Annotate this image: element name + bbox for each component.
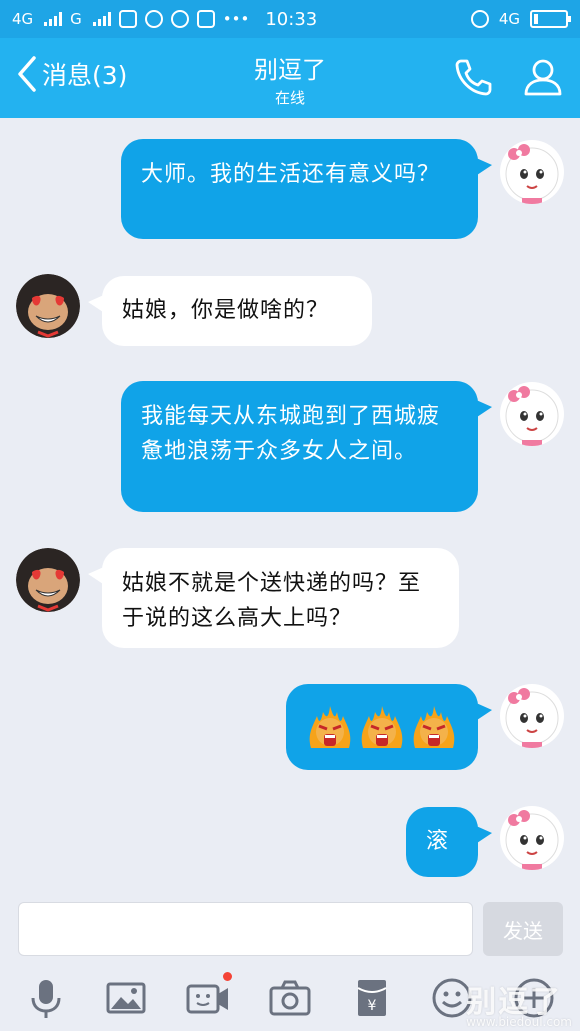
chat-notification-icon (170, 10, 189, 28)
message-bubble-outgoing-emoji[interactable] (286, 684, 492, 770)
status-bar: 4G G ••• 10:33 4G (0, 0, 580, 38)
person-icon (524, 59, 562, 96)
svg-text:¥: ¥ (368, 998, 377, 1014)
notification-dot (223, 972, 232, 981)
phone-icon (455, 59, 492, 96)
image-icon (106, 982, 146, 1014)
angry-fire-emoji-icon (413, 706, 455, 748)
red-packet-icon: ¥ (357, 980, 387, 1016)
angry-fire-emoji-icon (361, 706, 403, 748)
profile-button[interactable] (522, 56, 564, 98)
send-button[interactable]: 发送 (483, 902, 563, 956)
message-text: 我能每天从东城跑到了西城疲惫地浪荡于众多女人之间。 (141, 404, 441, 464)
network-label-right: 4G (498, 10, 520, 28)
more-notifications-icon: ••• (222, 10, 250, 28)
message-bubble-outgoing[interactable]: 我能每天从东城跑到了西城疲惫地浪荡于众多女人之间。 (121, 381, 492, 512)
my-avatar[interactable] (500, 684, 564, 748)
message-bubble-incoming[interactable]: 姑娘，你是做啥的？ (88, 276, 372, 346)
bag-icon (196, 10, 215, 28)
signal-icon (44, 12, 63, 26)
emoji-row (302, 694, 462, 760)
status-right: 4G (470, 10, 571, 28)
status-left: 4G G ••• 10:33 (12, 9, 317, 30)
chat-header: 消息(3) 别逗了 在线 (0, 38, 580, 118)
camera-button[interactable] (268, 976, 312, 1020)
red-packet-button[interactable]: ¥ (350, 976, 394, 1020)
network-label-1: 4G (12, 10, 34, 28)
message-text: 姑娘，你是做啥的？ (122, 298, 330, 323)
image-button[interactable] (104, 976, 148, 1020)
network-label-2: G (70, 10, 82, 28)
message-text: 大师。我的生活还有意义吗？ (141, 162, 441, 187)
microphone-icon (31, 980, 61, 1018)
my-avatar[interactable] (500, 382, 564, 446)
notification-icon (118, 10, 137, 28)
alarm-icon (470, 10, 489, 28)
girl-face-icon (505, 810, 559, 870)
video-call-button[interactable] (186, 972, 232, 1020)
girl-face-icon (505, 144, 559, 204)
watermark-url: www.biedoul.com (466, 1015, 572, 1029)
girl-face-icon (505, 386, 559, 446)
voice-button[interactable] (24, 976, 68, 1020)
chat-area[interactable]: 大师。我的生活还有意义吗？ 姑娘，你是做啥的？ 我能每天从东城跑到了西城疲惫地浪… (0, 118, 580, 888)
girl-face-icon (505, 688, 559, 748)
message-text: 姑娘不就是个送快递的吗？至于说的这么高大上吗？ (122, 571, 422, 631)
clock: 10:33 (265, 8, 318, 30)
contact-avatar[interactable] (16, 548, 80, 612)
monkey-face-icon (16, 274, 80, 338)
input-bar: 发送 ¥ 别逗了 www.biedoul.com (0, 888, 580, 1031)
watermark: 别逗了 www.biedoul.com (466, 977, 572, 1029)
message-bubble-incoming[interactable]: 姑娘不就是个送快递的吗？至于说的这么高大上吗？ (88, 548, 459, 648)
qq-icon (144, 10, 163, 28)
camera-icon (269, 980, 311, 1016)
monkey-face-icon (16, 548, 80, 612)
message-bubble-outgoing[interactable]: 大师。我的生活还有意义吗？ (121, 139, 492, 239)
battery-icon (530, 10, 571, 28)
phone-call-button[interactable] (452, 56, 494, 98)
my-avatar[interactable] (500, 806, 564, 870)
contact-avatar[interactable] (16, 274, 80, 338)
signal-icon-2 (92, 12, 111, 26)
video-call-icon (186, 984, 228, 1014)
angry-fire-emoji-icon (309, 706, 351, 748)
message-input[interactable] (18, 902, 473, 956)
my-avatar[interactable] (500, 140, 564, 204)
message-bubble-outgoing[interactable]: 滚 (406, 807, 492, 877)
message-text: 滚 (426, 829, 450, 854)
